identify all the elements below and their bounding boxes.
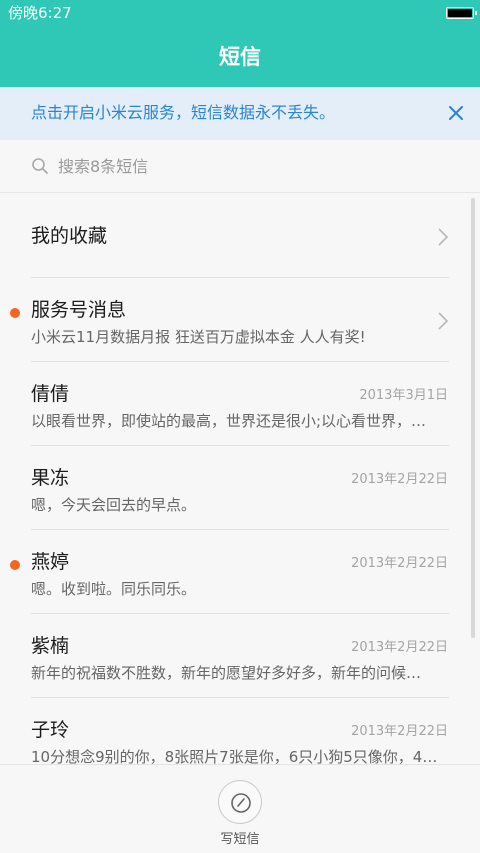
conversation-row[interactable]: 果冻 2013年2月22日 嗯，今天会回去的早点。 (0, 446, 480, 530)
status-bar: 傍晚6:27 (0, 0, 480, 27)
message-preview: 新年的祝福数不胜数，新年的愿望好多好多，新年的问候… (31, 664, 422, 682)
unread-indicator (10, 560, 20, 570)
search-icon (31, 157, 49, 175)
banner-text[interactable]: 点击开启小米云服务，短信数据永不丢失。 (31, 103, 335, 123)
message-preview: 嗯。收到啦。同乐同乐。 (31, 580, 197, 598)
conversation-name: 紫楠 (31, 635, 70, 657)
message-preview: 小米云11月数据月报 狂送百万虚拟本金 人人有奖! (31, 328, 366, 346)
page-title: 短信 (219, 45, 261, 69)
conversation-name: 我的收藏 (31, 225, 108, 247)
unread-indicator (10, 308, 20, 318)
favorites-row[interactable]: 我的收藏 (0, 194, 480, 278)
chevron-right-icon (437, 227, 449, 247)
message-preview: 10分想念9别的你，8张照片7张是你，6只小狗5只像你，4… (31, 748, 438, 764)
service-messages-row[interactable]: 服务号消息 小米云11月数据月报 狂送百万虚拟本金 人人有奖! (0, 278, 480, 362)
bottom-bar: 写短信 (0, 764, 480, 853)
compose-label: 写短信 (220, 832, 260, 847)
conversation-name: 果冻 (31, 467, 70, 489)
chevron-right-icon (437, 311, 449, 331)
scrollbar[interactable] (471, 198, 475, 638)
status-time: 傍晚6:27 (8, 4, 72, 22)
conversation-date: 2013年3月1日 (359, 388, 448, 403)
compose-icon (231, 793, 251, 813)
conversation-date: 2013年2月22日 (351, 640, 448, 655)
conversation-name: 服务号消息 (31, 299, 127, 321)
conversation-row[interactable]: 子玲 2013年2月22日 10分想念9别的你，8张照片7张是你，6只小狗5只像… (0, 698, 480, 764)
close-icon[interactable] (446, 103, 466, 123)
conversation-date: 2013年2月22日 (351, 556, 448, 571)
message-preview: 嗯，今天会回去的早点。 (31, 496, 197, 514)
conversation-name: 子玲 (31, 719, 70, 741)
conversation-row[interactable]: 燕婷 2013年2月22日 嗯。收到啦。同乐同乐。 (0, 530, 480, 614)
conversation-row[interactable]: 紫楠 2013年2月22日 新年的祝福数不胜数，新年的愿望好多好多，新年的问候… (0, 614, 480, 698)
conversation-date: 2013年2月22日 (351, 724, 448, 739)
cloud-service-banner[interactable]: 点击开启小米云服务，短信数据永不丢失。 (0, 87, 480, 140)
conversation-list[interactable]: 我的收藏 服务号消息 小米云11月数据月报 狂送百万虚拟本金 人人有奖! 倩倩 … (0, 194, 480, 764)
conversation-name: 倩倩 (31, 383, 70, 405)
search-input[interactable] (58, 153, 438, 179)
message-preview: 以眼看世界，即使站的最高，世界还是很小;以心看世界，… (31, 412, 427, 430)
search-bar[interactable] (0, 140, 480, 193)
conversation-date: 2013年2月22日 (351, 472, 448, 487)
conversation-name: 燕婷 (31, 551, 70, 573)
compose-button[interactable] (218, 780, 262, 824)
battery-icon (446, 7, 477, 19)
conversation-row[interactable]: 倩倩 2013年3月1日 以眼看世界，即使站的最高，世界还是很小;以心看世界，… (0, 362, 480, 446)
title-bar: 短信 (0, 27, 480, 87)
